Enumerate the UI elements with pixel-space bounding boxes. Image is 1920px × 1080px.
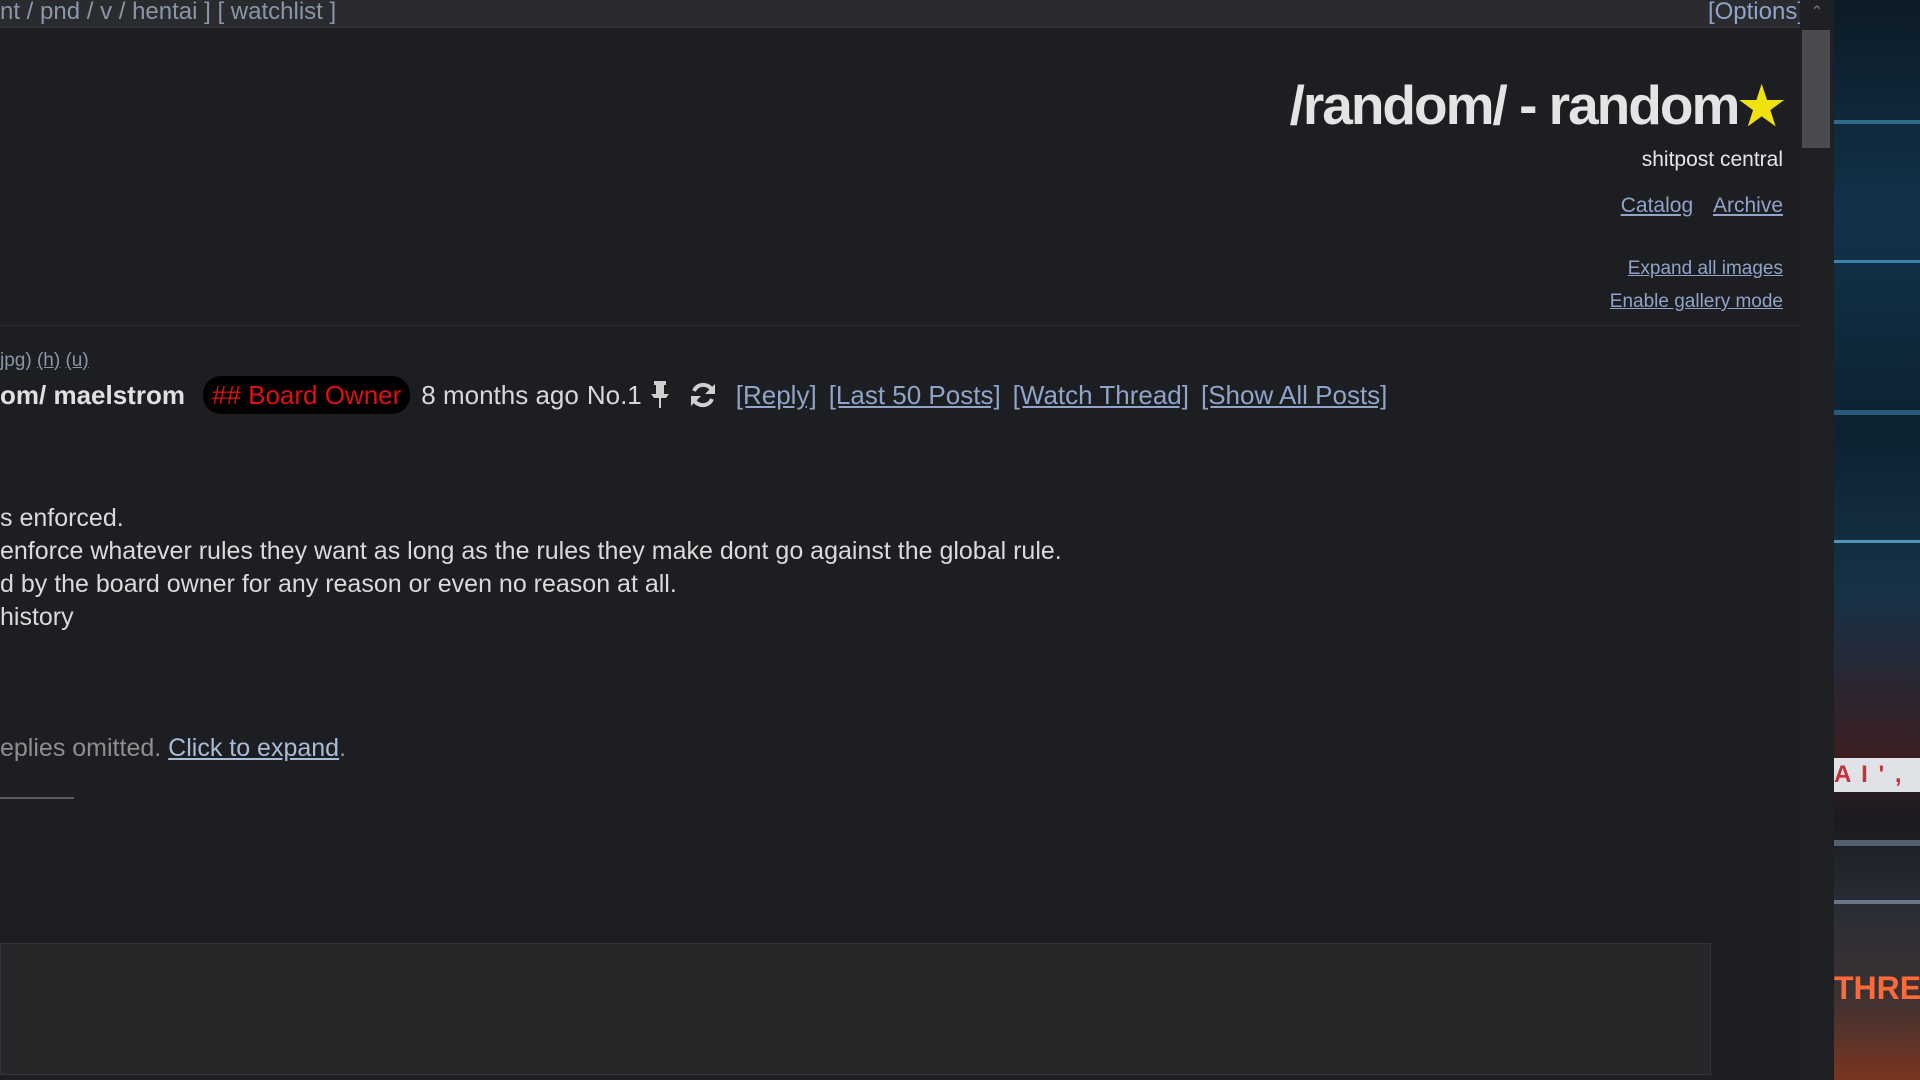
gallery-mode-link[interactable]: Enable gallery mode	[1290, 285, 1783, 318]
desktop-background-image: A I ' , THRE	[1834, 0, 1920, 1080]
top-navigation-bar: nt / pnd / v / hentai ] [ watchlist ] [O…	[0, 0, 1834, 28]
background-word-text: THRE	[1834, 970, 1920, 1006]
star-icon[interactable]: ★	[1738, 78, 1785, 136]
post-number[interactable]: No.1	[587, 377, 642, 413]
expand-all-images-link[interactable]: Expand all images	[1290, 252, 1783, 285]
post-body-line: s enforced.	[0, 504, 124, 532]
last-50-posts-link[interactable]: [Last 50 Posts]	[829, 377, 1001, 413]
post-body-line: d by the board owner for any reason or e…	[0, 570, 677, 598]
board-header: /random/ - random★ shitpost central Cata…	[1289, 72, 1785, 318]
chevron-up-icon[interactable]: ⌃	[1806, 2, 1828, 24]
omitted-period: .	[339, 734, 347, 762]
omitted-replies-text: eplies omitted.	[0, 734, 162, 762]
post-header: om/ maelstrom ## Board Owner 8 months ag…	[0, 376, 1387, 414]
background-light-streak	[1834, 840, 1920, 846]
board-links: Catalog Archive	[1290, 194, 1783, 218]
refresh-icon[interactable]	[688, 380, 718, 410]
poster-name: om/ maelstrom	[0, 380, 185, 410]
background-light-streak	[1834, 260, 1920, 263]
post-separator	[0, 797, 74, 799]
board-title: /random/ - random★	[1289, 72, 1785, 140]
options-button[interactable]: [Options]	[1708, 0, 1804, 24]
board-list[interactable]: nt / pnd / v / hentai ] [ watchlist ]	[0, 0, 336, 24]
post-body: s enforced. enforce whatever rules they …	[0, 502, 1062, 634]
background-light-streak	[1834, 900, 1920, 904]
omitted-replies-notice: eplies omitted. Click to expand.	[0, 734, 346, 763]
board-subtitle: shitpost central	[1641, 148, 1783, 171]
pin-icon	[648, 380, 672, 410]
scrollbar[interactable]: ⌃	[1800, 0, 1834, 1080]
scrollbar-thumb[interactable]	[1802, 30, 1830, 148]
board-tools: Expand all images Enable gallery mode	[1290, 252, 1783, 318]
file-hash-link[interactable]: (h)	[37, 350, 60, 371]
board-title-text: /random/ - random	[1289, 74, 1741, 136]
watch-thread-link[interactable]: [Watch Thread]	[1013, 377, 1189, 413]
background-light-streak	[1834, 540, 1920, 543]
file-info: jpg) (h) (u)	[0, 350, 89, 372]
click-to-expand-link[interactable]: Click to expand	[168, 734, 339, 762]
background-light-streak	[1834, 120, 1920, 124]
post-timestamp: 8 months ago	[421, 380, 579, 410]
capcode-badge: ## Board Owner	[202, 376, 411, 414]
background-sign-text: A I ' ,	[1834, 758, 1920, 792]
reply-link[interactable]: [Reply]	[736, 377, 817, 413]
post-body-line: enforce whatever rules they want as long…	[0, 537, 1062, 565]
file-info-name[interactable]: jpg)	[0, 350, 32, 371]
reply-form-area[interactable]	[0, 943, 1711, 1075]
archive-link[interactable]: Archive	[1713, 194, 1783, 217]
post-body-line: history	[0, 603, 74, 631]
file-upload-link[interactable]: (u)	[65, 350, 88, 371]
background-light-streak	[1834, 410, 1920, 415]
page-viewport: nt / pnd / v / hentai ] [ watchlist ] [O…	[0, 0, 1834, 1080]
show-all-posts-link[interactable]: [Show All Posts]	[1201, 377, 1387, 413]
header-divider	[0, 325, 1800, 326]
catalog-link[interactable]: Catalog	[1621, 194, 1693, 217]
